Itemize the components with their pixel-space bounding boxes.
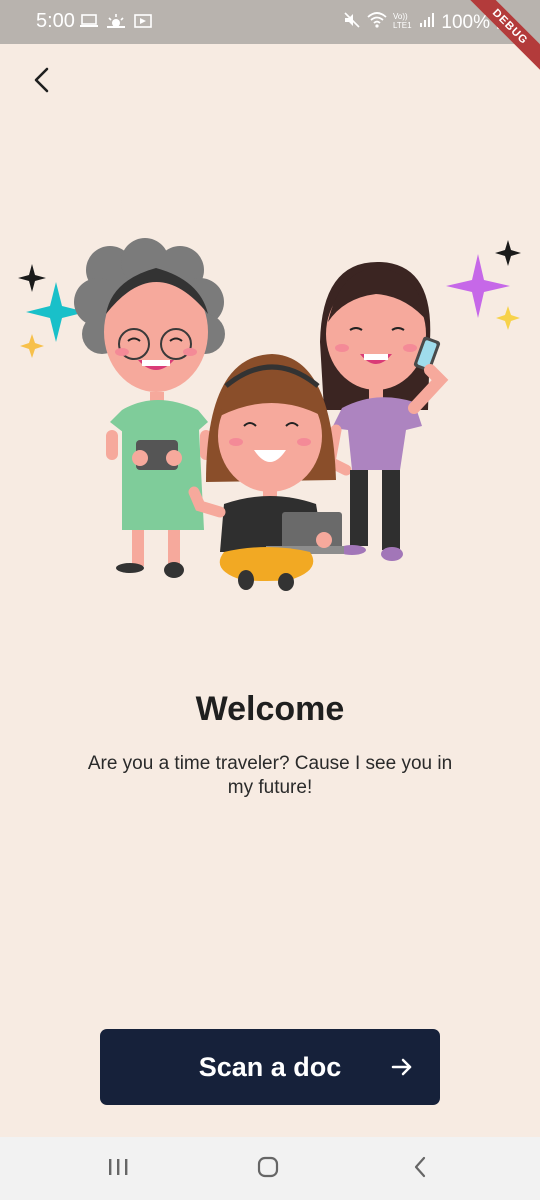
signal-icon xyxy=(419,12,435,33)
svg-text:LTE1: LTE1 xyxy=(393,21,412,29)
home-icon xyxy=(257,1156,279,1183)
recents-button[interactable] xyxy=(98,1155,138,1183)
page-title: Welcome xyxy=(195,690,345,728)
sparkle-purple xyxy=(446,254,510,318)
laptop-icon xyxy=(80,13,98,34)
navigation-bar xyxy=(0,1137,540,1200)
wifi-icon xyxy=(367,11,387,34)
scan-a-doc-button[interactable]: Scan a doc xyxy=(100,1029,440,1105)
chevron-left-icon xyxy=(31,66,53,99)
sparkle-black-right xyxy=(495,240,521,266)
back-icon xyxy=(412,1156,428,1183)
debug-banner-label: DEBUG xyxy=(461,0,540,76)
status-time: 5:00 xyxy=(36,10,75,32)
recents-icon xyxy=(107,1157,129,1182)
mute-icon xyxy=(343,11,361,34)
volte-icon: Vo)) LTE1 xyxy=(393,11,413,34)
girl-figure xyxy=(188,354,344,591)
arrow-right-icon xyxy=(390,1055,414,1084)
weather-icon xyxy=(106,13,126,34)
grandma-figure xyxy=(74,238,225,578)
status-left-icons xyxy=(80,13,152,34)
system-back-button[interactable] xyxy=(400,1155,440,1183)
home-button[interactable] xyxy=(248,1155,288,1183)
sparkle-gold-left xyxy=(20,334,44,358)
debug-banner: DEBUG xyxy=(450,0,540,90)
cast-icon xyxy=(134,13,152,34)
sparkle-black-left xyxy=(18,264,46,292)
scan-button-label: Scan a doc xyxy=(198,1051,342,1082)
welcome-people-illustration xyxy=(10,230,530,600)
page-subtitle: Are you a time traveler? Cause I see you… xyxy=(87,753,453,798)
back-button[interactable] xyxy=(22,62,62,102)
sparkle-gold-right xyxy=(496,306,520,330)
svg-text:Vo)): Vo)) xyxy=(393,12,408,21)
